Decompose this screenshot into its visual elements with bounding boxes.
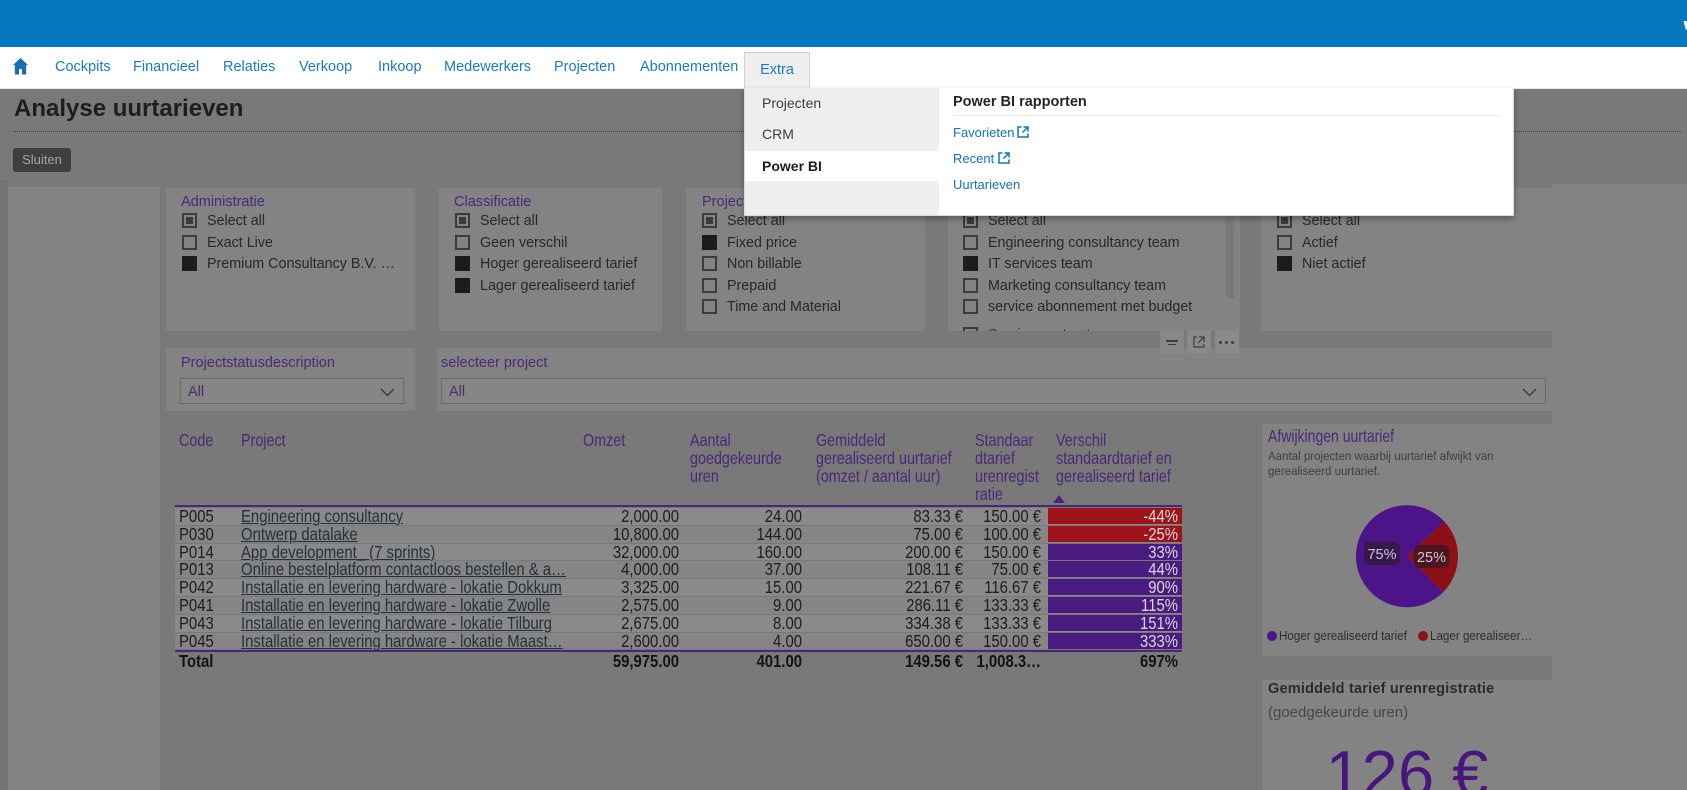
svg-text:75%: 75% bbox=[1367, 547, 1396, 563]
svg-text:25%: 25% bbox=[1417, 550, 1446, 566]
